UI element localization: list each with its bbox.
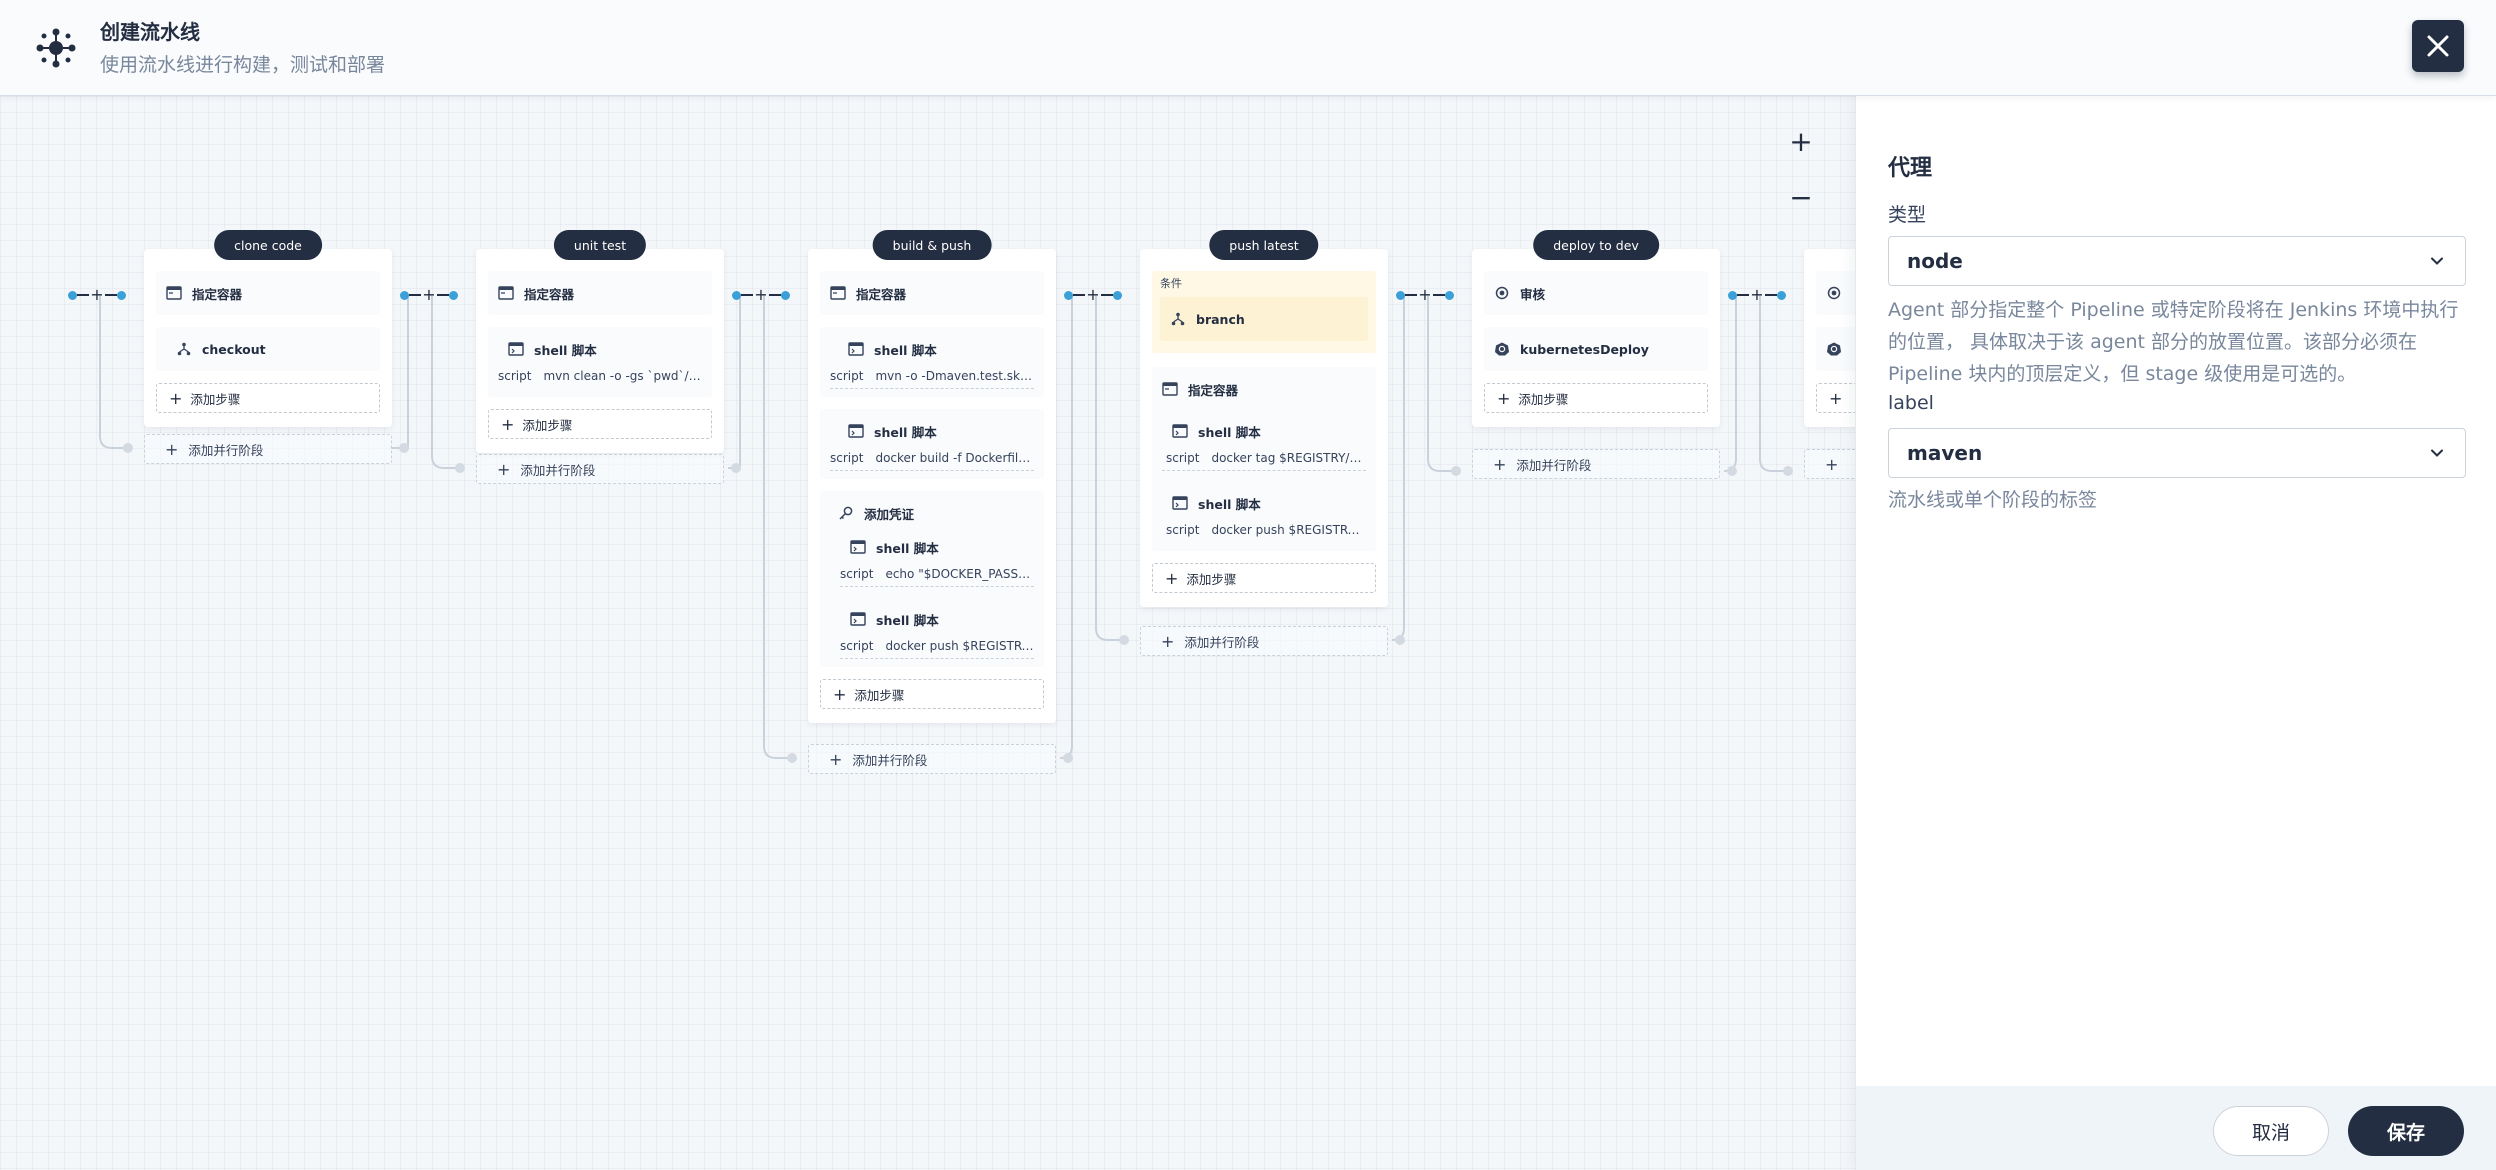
container-icon <box>498 286 514 300</box>
modal-header: 创建流水线 使用流水线进行构建，测试和部署 <box>0 0 2496 96</box>
container-icon <box>166 286 182 300</box>
stage-connector: + <box>1728 287 1786 303</box>
branch-icon <box>177 342 191 356</box>
container-icon <box>830 286 846 300</box>
panel-title: 代理 <box>1888 156 1933 181</box>
pipeline-logo-icon <box>36 28 76 68</box>
shell-icon <box>850 540 866 554</box>
step-add-credential[interactable]: 添加凭证 shell 脚本 scriptecho "$DOCKER_PASSWO… <box>820 491 1044 667</box>
pipeline-canvas[interactable]: + − + + + + + + clone code 指定容器 checkout… <box>0 96 1855 1170</box>
label-description: 流水线或单个阶段的标签 <box>1888 489 2098 511</box>
stage-card[interactable]: 条件 branch 指定容器 shell 脚本 script docker tag… <box>1140 249 1388 607</box>
step-shell-script[interactable]: shell 脚本 script docker build -f Dockerfil… <box>820 409 1044 479</box>
kubernetes-icon <box>1495 342 1509 356</box>
step-review[interactable]: 审核 <box>1484 271 1708 315</box>
credential-nested-steps: shell 脚本 scriptecho "$DOCKER_PASSWORD" s… <box>830 533 1034 659</box>
stage-connector: + <box>732 287 790 303</box>
add-parallel-stage-button[interactable]: + 添加并行阶段 <box>144 434 392 464</box>
step-container[interactable]: 指定容器 <box>820 271 1044 315</box>
step-shell-script[interactable]: shell 脚本 scriptmvn -o -Dmaven.test.skip=… <box>820 327 1044 397</box>
cancel-button[interactable]: 取消 <box>2213 1106 2329 1156</box>
close-icon <box>2427 35 2449 57</box>
add-parallel-stage-button[interactable]: + 添加并行阶段 <box>1140 626 1388 656</box>
stage-connector: + <box>1064 287 1122 303</box>
step-kubernetes-deploy[interactable]: kubernetesDeploy <box>1484 327 1708 371</box>
branch-icon <box>1171 312 1185 326</box>
stage-card[interactable]: + <box>1804 249 1855 427</box>
stage-name-pill[interactable]: clone code <box>214 230 322 260</box>
add-step-button[interactable]: + 添加步骤 <box>156 383 380 413</box>
page-title: 创建流水线 <box>100 20 200 44</box>
key-icon <box>839 506 853 520</box>
stage-name-pill[interactable]: deploy to dev <box>1533 230 1659 260</box>
shell-icon <box>848 342 864 356</box>
type-select[interactable]: node <box>1888 236 2466 286</box>
page-subtitle: 使用流水线进行构建，测试和部署 <box>100 54 386 76</box>
close-button[interactable] <box>2412 20 2464 72</box>
stage-connector: + <box>400 287 458 303</box>
label-field-label: label <box>1888 392 1934 414</box>
shell-icon <box>508 342 524 356</box>
chevron-down-icon <box>2431 257 2443 265</box>
add-step-button[interactable]: + 添加步骤 <box>1152 563 1376 593</box>
connector-dot <box>117 290 126 300</box>
review-icon <box>1827 286 1841 300</box>
container-icon <box>1162 382 1178 396</box>
label-select[interactable]: maven <box>1888 428 2466 478</box>
step-kubernetes-deploy[interactable] <box>1816 327 1855 371</box>
shell-icon <box>1172 496 1188 510</box>
review-icon <box>1495 286 1509 300</box>
stage-name-pill[interactable]: unit test <box>553 230 647 260</box>
condition-branch[interactable]: branch <box>1160 297 1368 341</box>
step-container[interactable]: 指定容器 <box>488 271 712 315</box>
kubernetes-icon <box>1827 342 1841 356</box>
step-shell-script[interactable]: shell 脚本 script mvn clean -o -gs `pwd`/co… <box>488 327 712 397</box>
condition-block[interactable]: 条件 branch <box>1152 271 1376 353</box>
stage-card[interactable]: 指定容器 shell 脚本 script mvn -o -Dmaven.test.… <box>808 249 1056 723</box>
stage-card[interactable]: 指定容器 checkout + 添加步骤 <box>144 249 392 427</box>
save-button[interactable]: 保存 <box>2348 1106 2464 1156</box>
step-checkout[interactable]: checkout <box>156 327 380 371</box>
stage-name-pill[interactable]: push latest <box>1209 230 1319 260</box>
add-step-button[interactable]: + <box>1816 383 1855 413</box>
add-step-button[interactable]: + 添加步骤 <box>820 679 1044 709</box>
step-container[interactable]: 指定容器 shell 脚本 script docker tag $REGISTRY… <box>1152 367 1376 551</box>
insert-stage-button[interactable]: + <box>1749 287 1765 303</box>
insert-stage-button[interactable]: + <box>1085 287 1101 303</box>
add-step-button[interactable]: + 添加步骤 <box>488 409 712 439</box>
type-label: 类型 <box>1888 204 1927 226</box>
shell-icon <box>1172 424 1188 438</box>
step-review[interactable] <box>1816 271 1855 315</box>
add-step-button[interactable]: + 添加步骤 <box>1484 383 1708 413</box>
stage-connector: + <box>1396 287 1454 303</box>
type-select-value: node <box>1907 249 1963 273</box>
insert-stage-button[interactable]: + <box>421 287 437 303</box>
chevron-down-icon <box>2431 449 2443 457</box>
shell-icon <box>848 424 864 438</box>
condition-label: 条件 <box>1160 277 1182 290</box>
insert-stage-button[interactable]: + <box>89 287 105 303</box>
insert-stage-button[interactable]: + <box>1417 287 1433 303</box>
stage-card[interactable]: 指定容器 shell 脚本 script mvn clean -o -gs `pw… <box>476 249 724 453</box>
agent-settings-panel: 代理 类型 node Agent 部分指定整个 Pipeline 或特定阶段将在… <box>1855 96 2496 1170</box>
add-parallel-stage-button[interactable]: + <box>1804 449 1855 479</box>
add-parallel-stage-button[interactable]: + 添加并行阶段 <box>476 454 724 484</box>
type-description: Agent 部分指定整个 Pipeline 或特定阶段将在 Jenkins 环境… <box>1888 299 2459 385</box>
connector-dot <box>68 290 77 300</box>
stage-name-pill[interactable]: build & push <box>872 230 992 260</box>
shell-icon <box>850 612 866 626</box>
label-select-value: maven <box>1907 441 1983 465</box>
add-parallel-stage-button[interactable]: + 添加并行阶段 <box>808 744 1056 774</box>
add-parallel-stage-button[interactable]: + 添加并行阶段 <box>1472 449 1720 479</box>
insert-stage-button[interactable]: + <box>753 287 769 303</box>
step-container[interactable]: 指定容器 <box>156 271 380 315</box>
stage-connector: + <box>68 287 126 303</box>
stage-card[interactable]: 审核 kubernetesDeploy + 添加步骤 <box>1472 249 1720 427</box>
